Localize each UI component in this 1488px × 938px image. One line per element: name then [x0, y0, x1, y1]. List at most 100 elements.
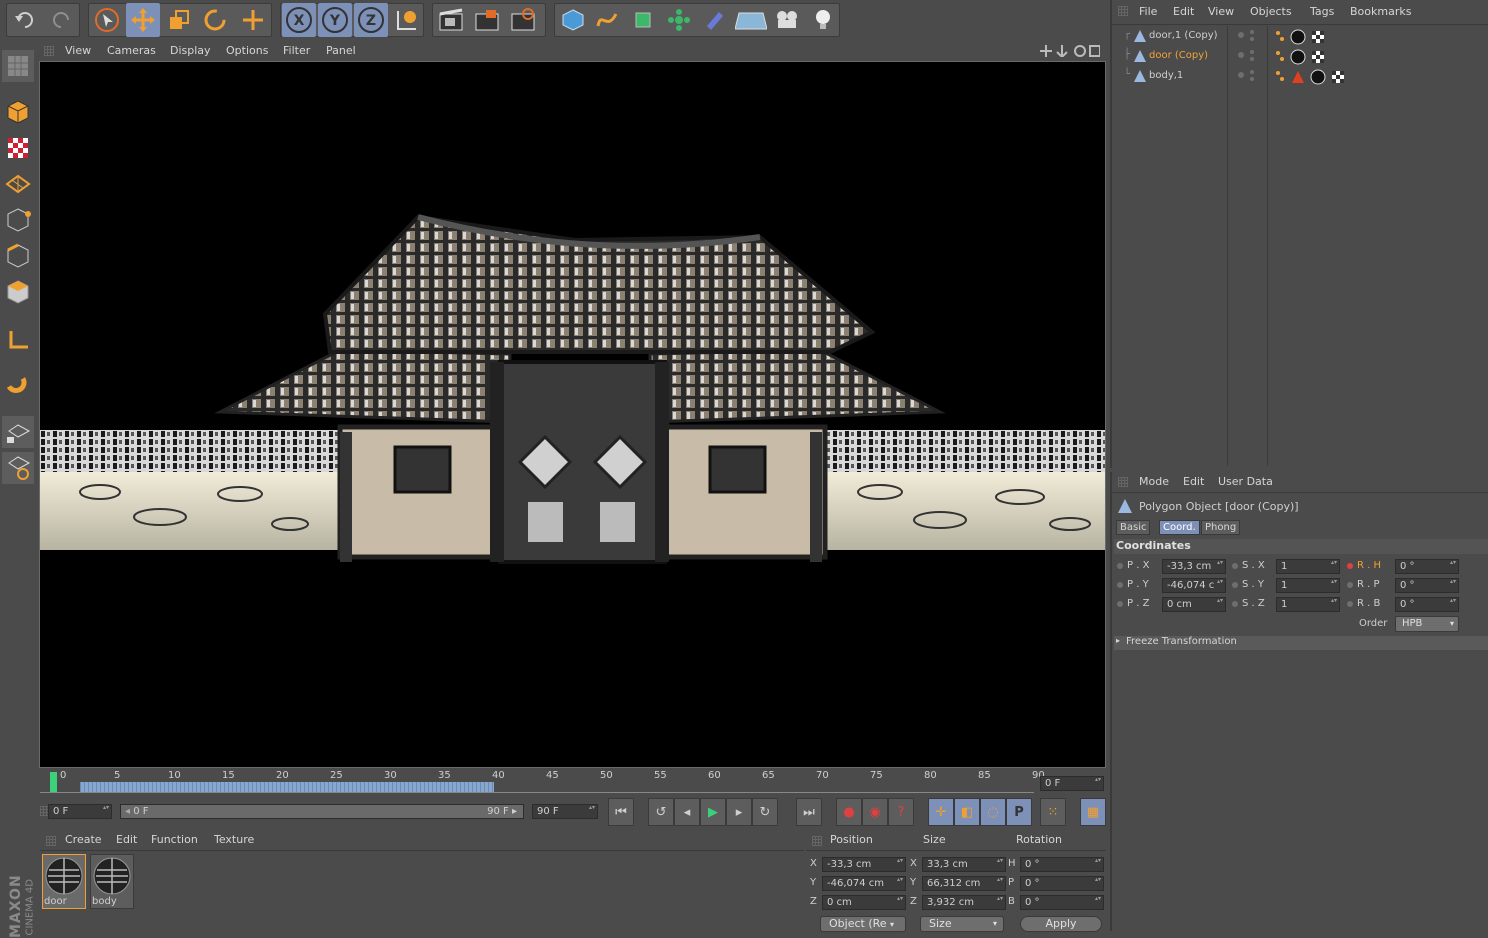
freeze-transformation-group[interactable]: ▸ Freeze Transformation [1114, 636, 1488, 650]
deformer-icon[interactable] [698, 3, 732, 37]
render-visibility-dot[interactable] [1250, 57, 1254, 61]
menu-panel[interactable]: Panel [326, 44, 356, 57]
y-axis-icon[interactable]: Y [318, 3, 352, 37]
go-to-end-icon[interactable]: ⏭ [796, 798, 822, 826]
step-back-icon[interactable]: ◂ [674, 798, 700, 826]
apply-button[interactable]: Apply [1020, 916, 1102, 932]
menu-user-data[interactable]: User Data [1218, 475, 1273, 488]
position-y-field[interactable]: -46,074 cm [822, 876, 906, 891]
model-mode-icon[interactable] [2, 96, 34, 128]
pos-y-field[interactable]: -46,074 c [1162, 578, 1226, 593]
render-picture-icon[interactable] [470, 3, 504, 37]
polygons-mode-icon[interactable] [2, 276, 34, 308]
position-x-field[interactable]: -33,3 cm [822, 857, 906, 872]
menu-edit[interactable]: Edit [1173, 5, 1194, 18]
z-axis-icon[interactable]: Z [354, 3, 388, 37]
keyframe-selection-icon[interactable]: ? [888, 798, 914, 826]
workplane-mode-icon[interactable] [2, 168, 34, 200]
menu-view[interactable]: View [65, 44, 91, 57]
order-dropdown[interactable]: HPB ▾ [1395, 616, 1459, 632]
snap-icon[interactable] [2, 452, 34, 484]
timeline-ruler[interactable]: 0 5 10 15 20 25 30 35 40 45 50 55 60 65 70 75 80 85 90 0 F [40, 770, 1106, 796]
spline-icon[interactable] [590, 3, 624, 37]
record-key-icon[interactable]: ● [836, 798, 862, 826]
size-y-field[interactable]: 66,312 cm [922, 876, 1006, 891]
nurbs-icon[interactable] [626, 3, 660, 37]
object-tags[interactable] [1272, 29, 1342, 45]
menu-function[interactable]: Function [151, 833, 198, 846]
object-row[interactable]: ┌ door,1 (Copy) [1114, 27, 1488, 47]
anim-dot[interactable] [1117, 563, 1123, 569]
anim-dot[interactable] [1347, 582, 1353, 588]
key-rotation-icon[interactable]: ◌ [980, 798, 1006, 826]
rot-h-field[interactable]: 0 ° [1395, 559, 1459, 574]
world-coord-icon[interactable] [390, 3, 424, 37]
menu-options[interactable]: Options [226, 44, 268, 57]
menu-mode[interactable]: Mode [1139, 475, 1169, 488]
add-icon[interactable] [236, 3, 270, 37]
axis-mode-icon[interactable] [2, 324, 34, 356]
menu-bookmarks[interactable]: Bookmarks [1350, 5, 1411, 18]
3d-viewport[interactable] [39, 61, 1106, 768]
anim-dot[interactable] [1232, 582, 1238, 588]
menu-view[interactable]: View [1208, 5, 1234, 18]
editor-visibility-dot[interactable] [1250, 50, 1254, 54]
visibility-dot[interactable] [1238, 32, 1244, 38]
render-view-icon[interactable] [434, 3, 468, 37]
go-to-start-icon[interactable]: ⏮ [608, 798, 634, 826]
key-scale-icon[interactable]: ◧ [954, 798, 980, 826]
rot-p-field[interactable]: 0 ° [1395, 578, 1459, 593]
loop-back-icon[interactable]: ↺ [648, 798, 674, 826]
render-settings-icon[interactable] [506, 3, 540, 37]
menu-cameras[interactable]: Cameras [107, 44, 156, 57]
pos-z-field[interactable]: 0 cm [1162, 597, 1226, 612]
menu-texture[interactable]: Texture [214, 833, 254, 846]
anim-dot[interactable] [1232, 563, 1238, 569]
scale-z-field[interactable]: 1 [1276, 597, 1340, 612]
rotation-p-field[interactable]: 0 ° [1020, 876, 1104, 891]
move-icon[interactable] [126, 3, 160, 37]
key-pla-icon[interactable]: ⁙ [1040, 798, 1066, 826]
tab-basic[interactable]: Basic [1116, 520, 1151, 535]
lock-workplane-icon[interactable] [2, 416, 34, 448]
render-visibility-dot[interactable] [1250, 77, 1254, 81]
rotation-b-field[interactable]: 0 ° [1020, 895, 1104, 910]
object-tags[interactable] [1272, 69, 1352, 85]
size-z-field[interactable]: 3,932 cm [922, 895, 1006, 910]
size-mode-dropdown[interactable]: Size ▾ [920, 916, 1004, 932]
workplane-icon[interactable] [2, 50, 34, 82]
edges-mode-icon[interactable] [2, 240, 34, 272]
render-visibility-dot[interactable] [1250, 37, 1254, 41]
anim-dot[interactable] [1117, 582, 1123, 588]
material-swatch-body[interactable]: body [90, 854, 134, 909]
viewport-nav-icons[interactable] [1040, 45, 1101, 59]
object-name[interactable]: door (Copy) [1149, 50, 1208, 61]
menu-create[interactable]: Create [65, 833, 102, 846]
object-name[interactable]: door,1 (Copy) [1149, 30, 1218, 41]
menu-display[interactable]: Display [170, 44, 211, 57]
cube-icon[interactable] [556, 3, 590, 37]
playhead[interactable] [50, 772, 57, 792]
menu-file[interactable]: File [1139, 5, 1157, 18]
object-name[interactable]: body,1 [1149, 70, 1183, 81]
camera-icon[interactable] [770, 3, 804, 37]
start-frame-field[interactable]: 0 F [48, 804, 112, 819]
texture-mode-icon[interactable] [2, 132, 34, 164]
loop-icon[interactable]: ↻ [752, 798, 778, 826]
redo-icon[interactable] [44, 3, 78, 37]
menu-objects[interactable]: Objects [1250, 5, 1292, 18]
frame-range-slider[interactable]: ◂ 0 F 90 F ▸ [120, 804, 524, 819]
coord-mode-dropdown[interactable]: Object (Re ▾ [820, 916, 906, 932]
object-row[interactable]: └ body,1 [1114, 67, 1488, 87]
size-x-field[interactable]: 33,3 cm [922, 857, 1006, 872]
rot-b-field[interactable]: 0 ° [1395, 597, 1459, 612]
undo-icon[interactable] [8, 3, 42, 37]
anim-dot[interactable] [1117, 601, 1123, 607]
editor-visibility-dot[interactable] [1250, 70, 1254, 74]
tab-phong[interactable]: Phong [1201, 520, 1241, 535]
timeline-window-icon[interactable]: ▦ [1080, 798, 1106, 826]
visibility-dot[interactable] [1238, 72, 1244, 78]
x-axis-icon[interactable]: X [282, 3, 316, 37]
autokey-icon[interactable]: ◉ [862, 798, 888, 826]
scale-y-field[interactable]: 1 [1276, 578, 1340, 593]
